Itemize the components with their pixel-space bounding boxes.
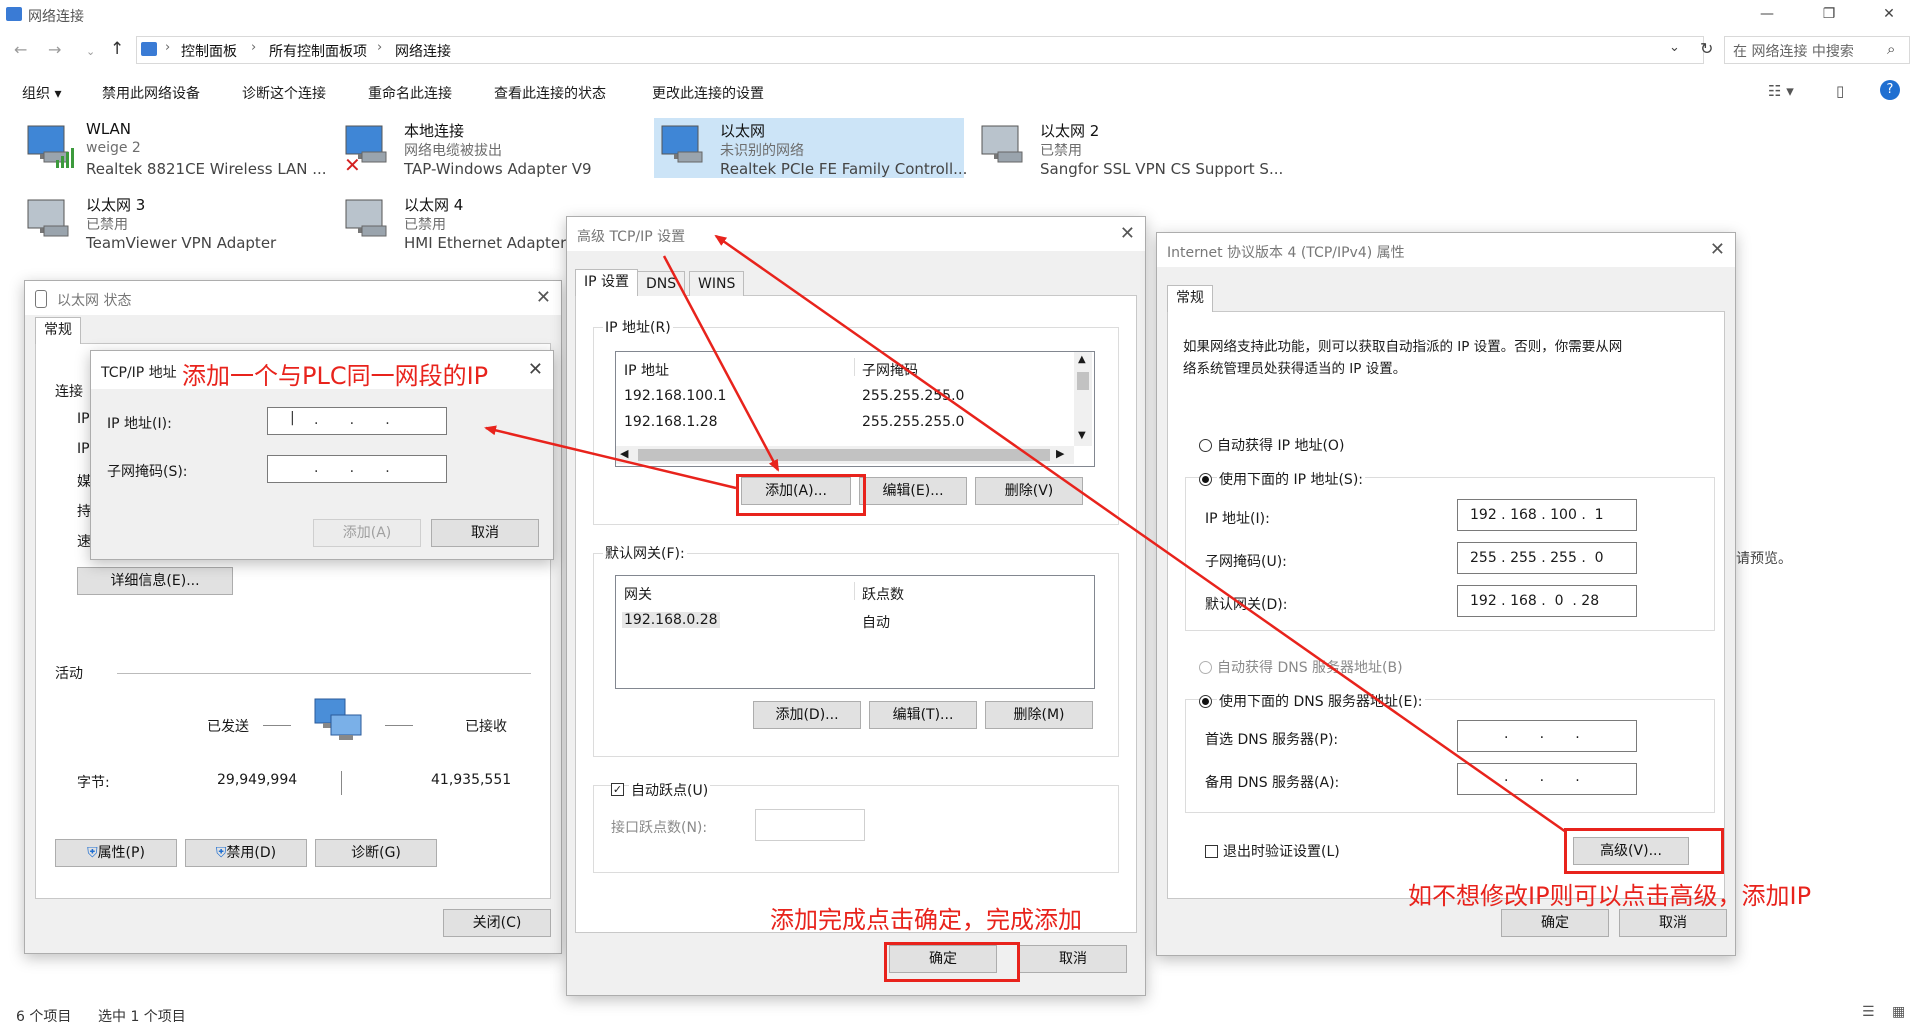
annotation-arrows: [484, 234, 1567, 834]
arrow-to-add-button: [662, 255, 780, 472]
arrow-to-advanced-dialog: [714, 234, 1567, 834]
arrow-to-tcpip-dialog: [484, 425, 737, 490]
